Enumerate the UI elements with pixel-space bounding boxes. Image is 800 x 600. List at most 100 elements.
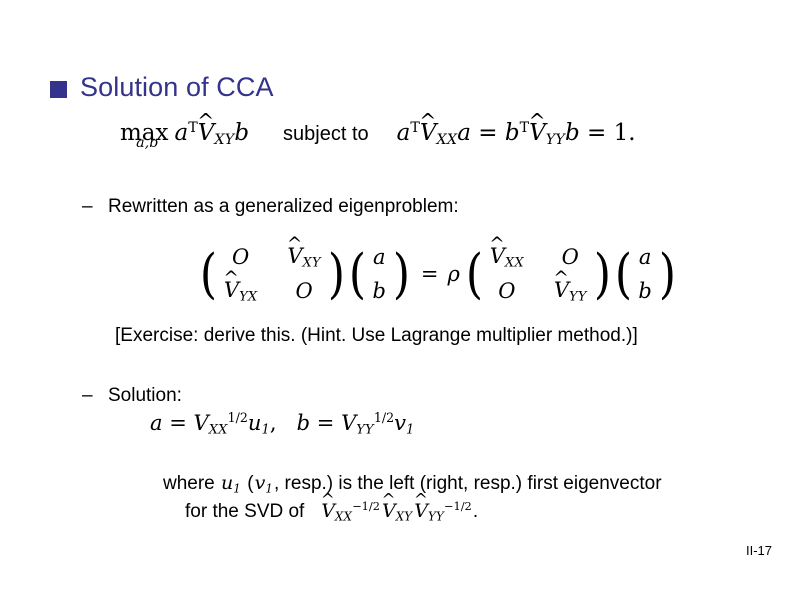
- where-u-letter: u: [221, 472, 234, 494]
- constraint-value: 1.: [613, 120, 636, 146]
- solution-formula: a = VXX1/2u1, b = VYY1/2v1: [150, 410, 414, 437]
- constraint-expression: aT ^ VXXa = bT ^ VYYb = 1.: [396, 111, 636, 148]
- hat-accent-icon: ^: [381, 488, 396, 509]
- left-paren-icon: (: [465, 241, 483, 305]
- lhs-vector-cell-0: a: [373, 245, 386, 269]
- hat-accent-icon: ^: [320, 488, 335, 509]
- rho-scalar: ρ: [447, 262, 460, 287]
- where-line2-prefix: for the SVD of: [185, 501, 305, 523]
- solution-b-vector: v: [394, 410, 406, 435]
- lhs-cell-1-0-symbol: ^ V: [223, 269, 239, 302]
- svd-m1-symbol: ^ V: [321, 490, 335, 525]
- solution-b-symbol: b: [296, 410, 311, 435]
- constraint-equals-2: =: [586, 120, 607, 146]
- right-paren-icon: ): [392, 241, 411, 305]
- solution-b-superscript: 1/2: [373, 410, 395, 425]
- maximand-matrix-subscript: XY: [214, 131, 235, 148]
- where-line1-prefix: where: [163, 473, 215, 494]
- rhs-matrix-cell-1-0: O: [498, 279, 516, 304]
- exercise-note: [Exercise: derive this. (Hint. Use Lagra…: [115, 325, 638, 347]
- slide-canvas: Solution of CCA max a,b aT ^ VXYb subject …: [0, 0, 800, 600]
- square-bullet-icon: [50, 80, 67, 98]
- where-line-2: for the SVD of ^ VXX−1/2 ^ VXY ^ VYY−1/2.: [163, 490, 662, 526]
- page-title: Solution of CCA: [80, 72, 274, 102]
- lhs-matrix-cell-1-1: O: [295, 279, 313, 304]
- hat-accent-icon: ^: [223, 267, 239, 289]
- constraint-left-a2: a: [457, 120, 471, 146]
- where-v-letter: v: [254, 472, 266, 494]
- max-operator-limit: a,b: [136, 134, 159, 151]
- where-u-index: 1: [233, 481, 241, 496]
- matrix-eigenproblem-equation: ( O ^ VXY ^ VYX O ) ( a b ) = ρ ( ^ VXX O O…: [198, 235, 678, 308]
- solution-a-vector-index: 1: [261, 422, 270, 438]
- bullet-rewritten: – Rewritten as a generalized eigenproble…: [82, 196, 459, 218]
- bullet-rewritten-label: Rewritten as a generalized eigenproblem:: [108, 196, 459, 217]
- svd-m3-superscript: −1/2: [443, 498, 472, 513]
- svd-m3-subscript: YY: [427, 509, 444, 524]
- svd-m1-subscript: XX: [334, 509, 353, 524]
- lhs-matrix-cell-0-0: O: [232, 245, 250, 269]
- constraint-equals-1: =: [478, 120, 498, 146]
- exercise-text: Exercise: derive this. (Hint. Use Lagran…: [120, 325, 633, 346]
- constraint-left-matrix: ^ V: [419, 111, 436, 146]
- rhs-vector-cell-1: b: [638, 279, 652, 304]
- lhs-vector-cell-1: b: [372, 279, 386, 304]
- page-number: II-17: [745, 543, 772, 558]
- where-v-symbol: v1: [254, 472, 274, 496]
- svd-m1-superscript: −1/2: [352, 498, 380, 513]
- left-paren-icon: (: [614, 241, 632, 305]
- hat-accent-icon: ^: [553, 267, 569, 289]
- lhs-cell-0-1-symbol: ^ V: [287, 235, 303, 268]
- rhs-cell-1-1-subscript: YY: [569, 289, 587, 305]
- solution-a-subscript: XX: [208, 422, 228, 438]
- constraint-right-subscript: YY: [545, 131, 565, 148]
- slide-title: Solution of CCA: [50, 74, 274, 101]
- svd-matrix-1: ^ VXX−1/2: [320, 490, 381, 525]
- lhs-matrix-cell-1-0: ^ VYX: [223, 269, 258, 305]
- rhs-matrix-cell-0-1: O: [561, 245, 579, 269]
- rhs-matrix: ^ VXX O O ^ VYY: [485, 235, 592, 308]
- bullet-solution-label: Solution:: [108, 385, 182, 406]
- lhs-cell-0-1-subscript: XY: [302, 255, 321, 271]
- constraint-right-b: b: [504, 120, 520, 146]
- solution-a-equals: =: [169, 410, 187, 435]
- hat-accent-icon: ^: [197, 109, 215, 134]
- right-paren-icon: ): [593, 241, 611, 305]
- hat-accent-icon: ^: [528, 109, 546, 134]
- where-u-symbol: u1: [220, 472, 242, 496]
- rhs-matrix-cell-0-0: ^ VXX: [489, 235, 524, 271]
- hat-accent-icon: ^: [419, 109, 437, 134]
- left-paren-icon: (: [348, 241, 366, 305]
- solution-b-vector-index: 1: [406, 422, 415, 438]
- hat-accent-icon: ^: [413, 488, 428, 509]
- solution-a-symbol: a: [150, 410, 163, 435]
- solution-a-matrix: V: [193, 410, 209, 435]
- where-open-paren: (: [247, 473, 254, 494]
- constraint-left-a: a: [396, 120, 411, 146]
- where-explanation: where u1 (v1, resp.) is the left (right,…: [163, 470, 662, 526]
- solution-separator: ,: [269, 410, 277, 435]
- constraint-right-b2: b: [564, 120, 580, 146]
- lhs-vector: a b: [368, 240, 391, 308]
- maximand-a: a: [174, 120, 189, 146]
- constraint-right-matrix: ^ V: [529, 111, 546, 146]
- lhs-matrix-cell-0-1: ^ VXY: [287, 235, 321, 271]
- right-paren-icon: ): [658, 241, 676, 305]
- where-v-index: 1: [265, 481, 273, 496]
- lhs-matrix: O ^ VXY ^ VYX O: [219, 235, 326, 308]
- maximand-matrix: ^ V: [197, 111, 214, 146]
- hat-accent-icon: ^: [286, 233, 303, 255]
- svd-m3-symbol: ^ V: [414, 490, 428, 525]
- objective-equation: max a,b aT ^ VXYb subject to aT ^ VXXa = bT ^…: [120, 111, 636, 151]
- constraint-left-subscript: XX: [436, 131, 458, 148]
- svd-period: .: [472, 501, 479, 523]
- rhs-vector: a b: [633, 240, 656, 308]
- matrix-equals-sign: =: [420, 262, 439, 287]
- maximand-expression: aT ^ VXYb: [174, 111, 250, 148]
- bullet-solution: – Solution:: [82, 385, 182, 407]
- lhs-cell-1-0-subscript: YX: [239, 289, 258, 305]
- svd-m2-subscript: XY: [395, 509, 413, 524]
- solution-b-equals: =: [316, 410, 335, 435]
- subject-to-connector: subject to: [283, 123, 369, 145]
- dash-bullet-icon: –: [82, 196, 93, 217]
